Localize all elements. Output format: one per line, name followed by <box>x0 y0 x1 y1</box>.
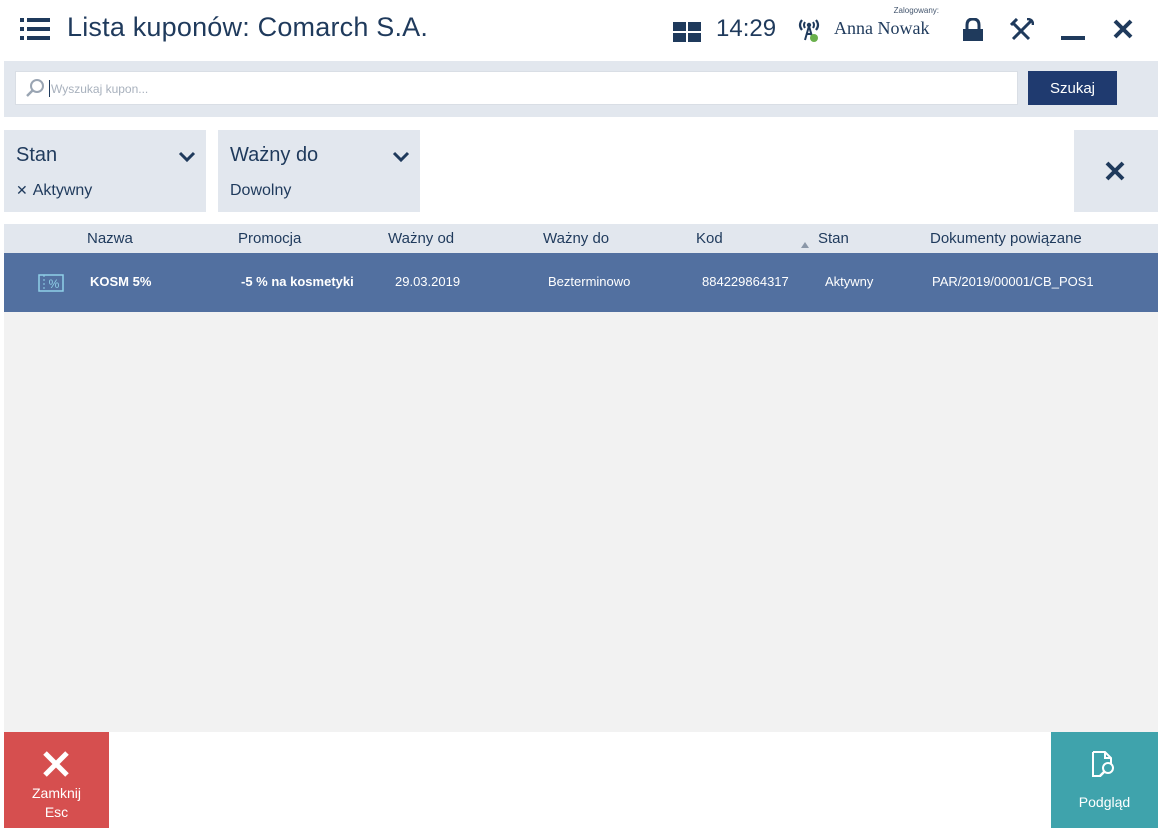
sort-ascending-icon <box>801 235 809 248</box>
filter-wazny-do[interactable]: Ważny do Dowolny <box>218 130 420 212</box>
filter-title: Stan <box>16 144 58 166</box>
connection-status-icon[interactable] <box>794 14 824 44</box>
cell-wazny-od: 29.03.2019 <box>395 274 461 289</box>
minimize-icon[interactable] <box>1061 36 1085 40</box>
coupon-percent-icon: % <box>38 274 64 292</box>
close-button-label: Zamknij <box>31 785 81 801</box>
text-caret <box>49 80 50 97</box>
close-icon <box>1105 161 1125 181</box>
search-input[interactable] <box>49 76 1003 102</box>
search-icon <box>25 78 45 98</box>
page-title: Lista kuponów: Comarch S.A. <box>67 12 429 42</box>
table-header: Nazwa Promocja Ważny od Ważny do Kod Sta… <box>4 224 1158 253</box>
cell-stan: Aktywny <box>825 274 874 289</box>
cell-promocja: -5 % na kosmetyki <box>241 274 354 289</box>
logged-in-label: Zalogowany: <box>893 6 939 15</box>
svg-text:%: % <box>49 277 60 291</box>
close-button-shortcut: Esc <box>44 804 69 820</box>
search-bar: Szukaj <box>4 61 1158 117</box>
document-search-icon <box>1092 751 1114 777</box>
column-header-promocja[interactable]: Promocja <box>238 230 301 247</box>
cell-kod: 884229864317 <box>702 274 789 289</box>
column-header-dokumenty[interactable]: Dokumenty powiązane <box>930 230 1082 247</box>
filter-value-label: Dowolny <box>230 182 292 199</box>
search-button[interactable]: Szukaj <box>1028 71 1117 105</box>
preview-button[interactable]: Podgląd <box>1051 732 1158 828</box>
tiles-icon[interactable] <box>673 22 701 42</box>
cell-dokumenty: PAR/2019/00001/CB_POS1 <box>932 274 1094 289</box>
filter-value: ✕ Aktywny <box>16 182 92 200</box>
clear-filters-button[interactable] <box>1074 130 1158 212</box>
header-bar: Lista kuponów: Comarch S.A. 14:29 Zalogo… <box>0 0 1162 60</box>
column-header-kod[interactable]: Kod <box>696 230 723 247</box>
column-header-stan[interactable]: Stan <box>818 230 849 247</box>
column-header-wazny-od[interactable]: Ważny od <box>388 230 454 247</box>
filter-title: Ważny do <box>230 144 319 166</box>
cell-nazwa: KOSM 5% <box>90 274 152 289</box>
table-row[interactable]: % KOSM 5% -5 % na kosmetyki 29.03.2019 B… <box>4 253 1158 312</box>
hamburger-menu-icon[interactable] <box>20 16 50 42</box>
column-header-nazwa[interactable]: Nazwa <box>87 230 133 247</box>
cell-wazny-do: Bezterminowo <box>548 274 631 289</box>
user-name[interactable]: Anna Nowak <box>834 18 929 39</box>
chevron-down-icon[interactable] <box>392 150 410 163</box>
clock: 14:29 <box>716 15 777 42</box>
column-header-wazny-do[interactable]: Ważny do <box>543 230 609 247</box>
close-button[interactable]: Zamknij Esc <box>4 732 109 828</box>
chevron-down-icon[interactable] <box>178 150 196 163</box>
search-field[interactable] <box>15 71 1018 105</box>
table-body: % KOSM 5% -5 % na kosmetyki 29.03.2019 B… <box>4 253 1158 732</box>
close-app-icon[interactable] <box>1112 18 1134 40</box>
lock-icon[interactable] <box>962 17 984 42</box>
filter-value-label: Aktywny <box>32 182 93 199</box>
filter-stan[interactable]: Stan ✕ Aktywny <box>4 130 206 212</box>
close-icon <box>43 751 69 777</box>
tools-icon[interactable] <box>1009 17 1035 42</box>
preview-button-label: Podgląd <box>1078 794 1131 810</box>
remove-filter-icon[interactable]: ✕ <box>16 182 28 198</box>
